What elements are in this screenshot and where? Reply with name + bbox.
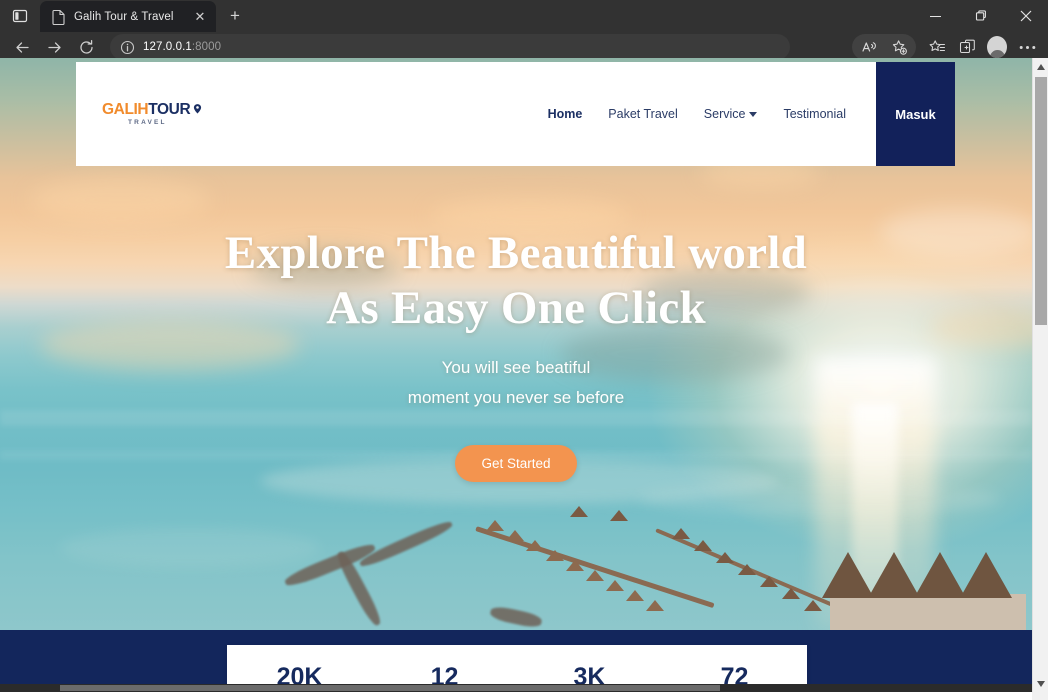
hero-subtitle-line1: You will see beatiful [441, 358, 591, 378]
hero-heading-line2: As Easy One Click [326, 281, 706, 334]
more-options-icon[interactable] [1012, 34, 1042, 60]
tab-title: Galih Tour & Travel [74, 10, 174, 23]
collections-icon[interactable] [922, 34, 952, 60]
logo-text-tour: TOUR [148, 100, 191, 118]
logo-subtext: TRAVEL [128, 119, 167, 126]
page-viewport: GALIH TOUR TRAVEL Home Paket Travel Servi [0, 58, 1048, 700]
nav-item-testimonial[interactable]: Testimonial [783, 107, 846, 121]
vertical-scrollbar[interactable] [1032, 58, 1048, 692]
location-pin-icon [192, 103, 203, 115]
maximize-icon[interactable] [958, 0, 1003, 32]
scrollbar-corner [1032, 692, 1048, 700]
scroll-down-icon[interactable] [1033, 675, 1048, 692]
close-window-icon[interactable] [1003, 0, 1048, 32]
hero-content: Explore The Beautiful world As Easy One … [0, 226, 1032, 482]
minimize-icon[interactable] [913, 0, 958, 32]
url-port: :8000 [191, 41, 222, 53]
reload-icon[interactable] [70, 33, 102, 61]
new-tab-button[interactable]: + [220, 2, 250, 30]
get-started-button[interactable]: Get Started [455, 444, 577, 482]
omnibox-actions-group [852, 34, 916, 60]
toolbar-actions [852, 34, 1042, 60]
logo-wordmark: GALIH TOUR [102, 100, 203, 118]
nav-item-service-label: Service [703, 107, 746, 121]
browser-window: Galih Tour & Travel ✕ + 127.0.0.1:8000 G… [0, 0, 1048, 700]
foreground-huts [822, 520, 1032, 630]
address-bar[interactable]: 127.0.0.1:8000 [110, 34, 790, 60]
read-aloud-icon[interactable] [854, 34, 884, 60]
browser-tab[interactable]: Galih Tour & Travel ✕ [40, 1, 216, 32]
window-controls [913, 0, 1048, 32]
scroll-up-icon[interactable] [1033, 58, 1048, 75]
horizontal-scrollbar-thumb[interactable] [60, 685, 720, 691]
chevron-down-icon [749, 112, 758, 118]
profile-avatar-icon[interactable] [982, 34, 1012, 60]
hero-heading-line1: Explore The Beautiful world [224, 227, 808, 279]
back-arrow-icon[interactable] [6, 33, 38, 61]
site-info-icon[interactable] [120, 40, 135, 55]
tab-actions-icon[interactable] [0, 0, 40, 32]
site-nav-links: Home Paket Travel Service Testimonial [548, 107, 876, 121]
hero-subtitle: You will see beatiful moment you never s… [0, 353, 1032, 413]
site-navbar: GALIH TOUR TRAVEL Home Paket Travel Servi [76, 62, 876, 166]
nav-item-paket-travel[interactable]: Paket Travel [608, 107, 677, 121]
website-page: GALIH TOUR TRAVEL Home Paket Travel Servi [0, 58, 1032, 692]
site-logo[interactable]: GALIH TOUR TRAVEL [102, 100, 203, 127]
nav-item-service[interactable]: Service [704, 107, 758, 121]
vertical-scrollbar-thumb[interactable] [1035, 77, 1047, 325]
forward-arrow-icon[interactable] [38, 33, 70, 61]
browser-essentials-icon[interactable] [952, 34, 982, 60]
tab-strip: Galih Tour & Travel ✕ + [0, 0, 1048, 32]
login-button[interactable]: Masuk [876, 62, 955, 166]
nav-item-home[interactable]: Home [548, 107, 583, 121]
page-icon [52, 9, 66, 25]
url-host: 127.0.0.1 [143, 41, 192, 53]
hero-heading: Explore The Beautiful world As Easy One … [0, 226, 1032, 335]
hero-subtitle-line2: moment you never se before [407, 387, 625, 407]
horizontal-scrollbar[interactable] [0, 684, 1032, 692]
url-text: 127.0.0.1:8000 [143, 41, 221, 53]
add-favorite-star-icon[interactable] [884, 34, 914, 60]
close-tab-icon[interactable]: ✕ [190, 7, 210, 27]
logo-text-galih: GALIH [102, 100, 149, 118]
